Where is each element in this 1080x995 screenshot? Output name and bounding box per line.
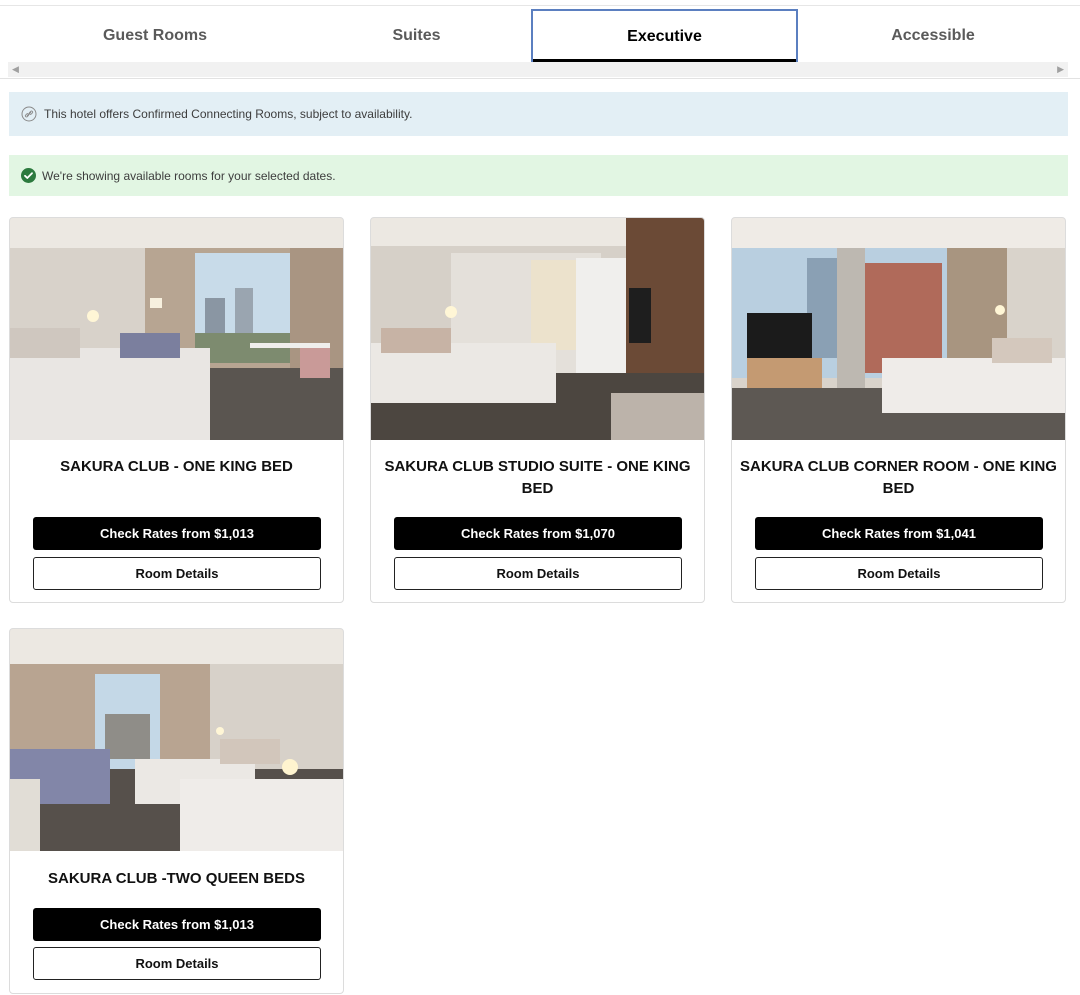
availability-text: We're showing available rooms for your s… xyxy=(42,168,336,183)
room-details-button[interactable]: Room Details xyxy=(394,557,682,590)
scroll-left-arrow-icon[interactable]: ◀ xyxy=(12,64,19,75)
scroll-right-arrow-icon[interactable]: ▶ xyxy=(1057,64,1064,75)
room-details-button[interactable]: Room Details xyxy=(33,947,321,980)
room-photo[interactable] xyxy=(10,218,343,440)
room-card: SAKURA CLUB CORNER ROOM - ONE KING BED C… xyxy=(731,217,1066,603)
room-title: SAKURA CLUB -TWO QUEEN BEDS xyxy=(48,870,305,887)
room-details-button[interactable]: Room Details xyxy=(755,557,1043,590)
check-rates-button[interactable]: Check Rates from $1,041 xyxy=(755,517,1043,550)
check-rates-button[interactable]: Check Rates from $1,070 xyxy=(394,517,682,550)
tab-executive[interactable]: Executive xyxy=(531,9,798,62)
tab-accessible[interactable]: Accessible xyxy=(798,9,1068,62)
room-card: SAKURA CLUB -TWO QUEEN BEDS Check Rates … xyxy=(9,628,344,994)
room-photo[interactable] xyxy=(10,629,343,851)
connecting-rooms-banner: This hotel offers Confirmed Connecting R… xyxy=(9,92,1068,136)
room-title: SAKURA CLUB - ONE KING BED xyxy=(60,458,293,475)
check-circle-icon xyxy=(21,168,36,183)
tabs-scrollbar[interactable]: ◀ ▶ xyxy=(8,62,1068,77)
room-title: SAKURA CLUB CORNER ROOM - ONE KING BED xyxy=(740,458,1057,497)
tab-suites[interactable]: Suites xyxy=(302,9,531,62)
link-icon xyxy=(21,106,37,122)
check-rates-button[interactable]: Check Rates from $1,013 xyxy=(33,517,321,550)
room-type-tabs: Guest Rooms Suites Executive Accessible xyxy=(8,9,1068,62)
tab-guest-rooms[interactable]: Guest Rooms xyxy=(8,9,302,62)
room-card: SAKURA CLUB - ONE KING BED Check Rates f… xyxy=(9,217,344,603)
check-rates-button[interactable]: Check Rates from $1,013 xyxy=(33,908,321,941)
room-details-button[interactable]: Room Details xyxy=(33,557,321,590)
tabs-divider xyxy=(0,78,1080,79)
top-divider xyxy=(0,5,1080,6)
availability-banner: We're showing available rooms for your s… xyxy=(9,155,1068,196)
room-photo[interactable] xyxy=(371,218,704,440)
room-title: SAKURA CLUB STUDIO SUITE - ONE KING BED xyxy=(384,458,691,497)
room-card: SAKURA CLUB STUDIO SUITE - ONE KING BED … xyxy=(370,217,705,603)
connecting-rooms-text: This hotel offers Confirmed Connecting R… xyxy=(44,107,413,121)
room-photo[interactable] xyxy=(732,218,1065,440)
